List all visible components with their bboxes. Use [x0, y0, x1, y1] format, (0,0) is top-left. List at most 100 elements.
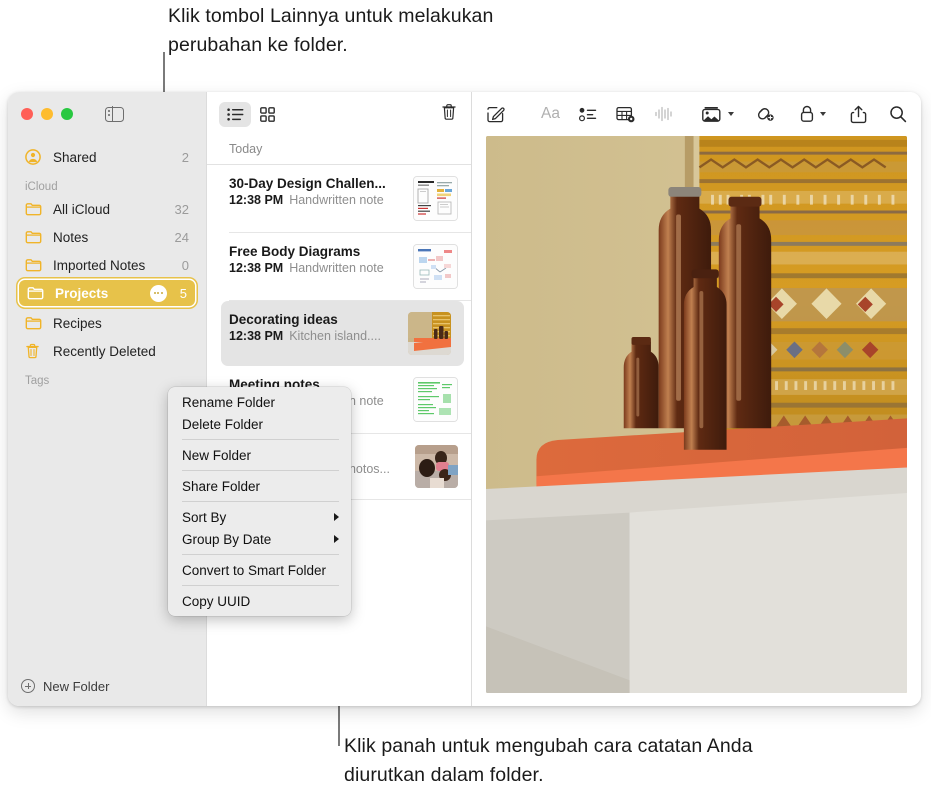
menu-item-label: Sort By [182, 510, 226, 525]
note-subtitle: 12:38 PMHandwritten note [229, 261, 405, 275]
note-text: 30-Day Design Challen... 12:38 PMHandwri… [229, 176, 413, 207]
folder-icon [27, 286, 46, 300]
checklist-icon[interactable] [579, 100, 597, 128]
sidebar-item-count: 32 [175, 202, 189, 217]
sidebar-item-recently-deleted[interactable]: Recently Deleted [17, 338, 197, 364]
sidebar-item-count: 5 [180, 286, 187, 301]
menu-item-share-folder[interactable]: Share Folder [168, 475, 351, 497]
format-aa-label: Aa [541, 105, 560, 123]
notes-window: Shared 2 iCloud All iCloud 32 [8, 92, 921, 706]
folder-context-menu: Rename Folder Delete Folder New Folder S… [168, 387, 351, 616]
chevron-right-icon [334, 513, 339, 521]
menu-separator [182, 439, 339, 440]
screenshot-root: Klik tombol Lainnya untuk melakukan peru… [0, 0, 931, 801]
chevron-right-icon [334, 535, 339, 543]
note-list-item-selected[interactable]: Decorating ideas 12:38 PMKitchen island.… [221, 301, 464, 366]
menu-item-convert-to-smart-folder[interactable]: Convert to Smart Folder [168, 559, 351, 581]
note-time: 12:38 PM [229, 193, 283, 207]
menu-item-label: Rename Folder [182, 395, 275, 410]
menu-separator [182, 470, 339, 471]
menu-separator [182, 501, 339, 502]
minimize-button[interactable] [41, 108, 53, 120]
menu-item-label: Delete Folder [182, 417, 263, 432]
menu-item-label: Copy UUID [182, 594, 250, 609]
note-list-item[interactable]: 30-Day Design Challen... 12:38 PMHandwri… [229, 165, 471, 233]
menu-item-copy-uuid[interactable]: Copy UUID [168, 590, 351, 612]
sidebar-item-label: Imported Notes [53, 258, 176, 273]
shared-person-icon [25, 149, 44, 165]
zoom-button[interactable] [61, 108, 73, 120]
list-view-icon[interactable] [219, 102, 251, 127]
new-folder-button[interactable]: New Folder [8, 666, 206, 706]
sidebar-item-label: Notes [53, 230, 169, 245]
menu-item-label: Convert to Smart Folder [182, 563, 326, 578]
close-button[interactable] [21, 108, 33, 120]
sidebar-item-recipes[interactable]: Recipes [17, 310, 197, 336]
folder-more-button[interactable] [150, 285, 167, 302]
annotation-top: Klik tombol Lainnya untuk melakukan peru… [168, 2, 568, 60]
window-controls [8, 92, 206, 136]
note-detail-pane: Aa [471, 92, 921, 706]
menu-item-delete-folder[interactable]: Delete Folder [168, 413, 351, 435]
sidebar-item-label: Projects [55, 286, 150, 301]
table-icon[interactable] [616, 100, 635, 128]
grid-view-icon[interactable] [251, 102, 283, 127]
format-aa-icon[interactable]: Aa [541, 100, 560, 128]
folder-icon [25, 258, 44, 272]
delete-note-icon[interactable] [441, 103, 457, 126]
chevron-down-icon [820, 112, 826, 116]
sidebar-item-label: All iCloud [53, 202, 169, 217]
sidebar-item-count: 2 [182, 150, 189, 165]
sidebar-item-label: Recipes [53, 316, 183, 331]
menu-item-new-folder[interactable]: New Folder [168, 444, 351, 466]
compose-note-icon[interactable] [486, 100, 505, 128]
note-photo[interactable] [486, 136, 907, 693]
menu-item-label: New Folder [182, 448, 251, 463]
menu-item-sort-by[interactable]: Sort By [168, 506, 351, 528]
note-subtitle: 12:38 PMHandwritten note [229, 193, 405, 207]
menu-item-label: Group By Date [182, 532, 271, 547]
note-text: Free Body Diagrams 12:38 PMHandwritten n… [229, 244, 413, 275]
note-subtitle: 12:38 PM Kitchen island.... [229, 329, 400, 343]
sidebar-item-label: Recently Deleted [53, 344, 183, 359]
menu-item-rename-folder[interactable]: Rename Folder [168, 391, 351, 413]
note-desc: Kitchen island.... [289, 329, 381, 343]
sidebar-item-shared[interactable]: Shared 2 [17, 144, 197, 170]
audio-waveform-icon[interactable] [654, 100, 673, 128]
trash-icon [25, 343, 44, 359]
link-icon[interactable] [753, 100, 775, 128]
menu-item-group-by-date[interactable]: Group By Date [168, 528, 351, 550]
sidebar-item-notes[interactable]: Notes 24 [17, 224, 197, 250]
note-time: 12:38 PM [229, 261, 283, 275]
sidebar-item-count: 0 [182, 258, 189, 273]
menu-separator [182, 585, 339, 586]
sidebar-item-projects[interactable]: Projects 5 [19, 280, 195, 306]
note-list-item[interactable]: Free Body Diagrams 12:38 PMHandwritten n… [229, 233, 471, 301]
sidebar-item-all-icloud[interactable]: All iCloud 32 [17, 196, 197, 222]
editor-toolbar: Aa [472, 92, 921, 136]
note-title: Free Body Diagrams [229, 244, 405, 259]
annotation-bottom: Klik panah untuk mengubah cara catatan A… [344, 732, 814, 790]
folder-icon [25, 202, 44, 216]
sidebar-item-label: Shared [53, 150, 176, 165]
folder-icon [25, 316, 44, 330]
new-folder-label: New Folder [43, 679, 109, 694]
note-title: 30-Day Design Challen... [229, 176, 405, 191]
share-icon[interactable] [850, 100, 867, 128]
note-thumbnail [408, 312, 451, 355]
note-list-group-header: Today [207, 136, 471, 164]
note-list-toolbar [207, 92, 471, 136]
lock-icon[interactable] [799, 100, 826, 128]
note-thumbnail [413, 176, 458, 221]
chevron-down-icon [728, 112, 734, 116]
sidebar-item-count: 24 [175, 230, 189, 245]
note-thumbnail [413, 244, 458, 289]
note-time: 12:38 PM [229, 329, 283, 343]
search-icon[interactable] [889, 100, 907, 128]
menu-separator [182, 554, 339, 555]
plus-circle-icon [21, 679, 35, 693]
media-icon[interactable] [701, 100, 734, 128]
sidebar-toggle-icon[interactable] [105, 107, 124, 122]
note-content-area [472, 136, 921, 706]
sidebar-item-imported-notes[interactable]: Imported Notes 0 [17, 252, 197, 278]
